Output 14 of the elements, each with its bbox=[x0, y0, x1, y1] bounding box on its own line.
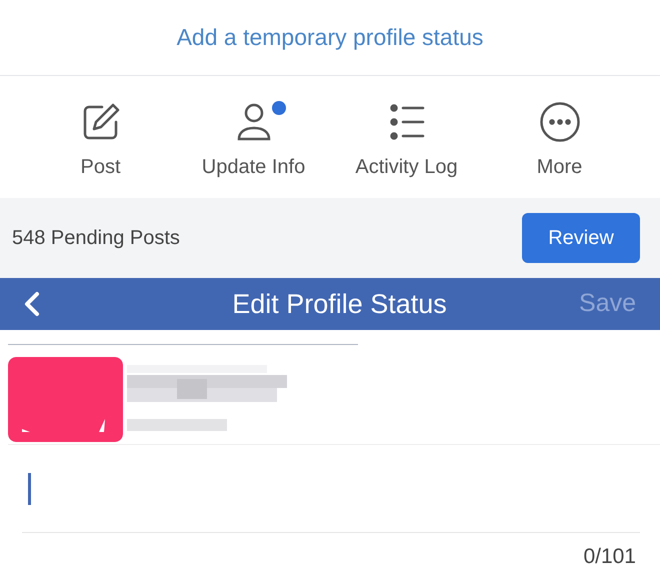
profile-status-link[interactable]: Add a temporary profile status bbox=[176, 20, 484, 55]
header-title: Edit Profile Status bbox=[232, 288, 447, 321]
status-input-field[interactable] bbox=[28, 472, 31, 504]
action-button[interactable]: More bbox=[483, 100, 636, 182]
person-icon bbox=[236, 102, 272, 142]
more-icon bbox=[538, 101, 580, 143]
character-counter: 0/101 bbox=[583, 544, 636, 570]
review-button[interactable]: Review bbox=[522, 213, 640, 263]
action-button[interactable]: Activity Log bbox=[330, 100, 483, 182]
action-button[interactable]: Post bbox=[24, 100, 177, 182]
pending-posts-text: 548 Pending Posts bbox=[12, 226, 180, 251]
action-button[interactable]: Update Info bbox=[177, 100, 330, 182]
back-icon[interactable] bbox=[24, 291, 40, 317]
list-icon bbox=[388, 103, 424, 141]
